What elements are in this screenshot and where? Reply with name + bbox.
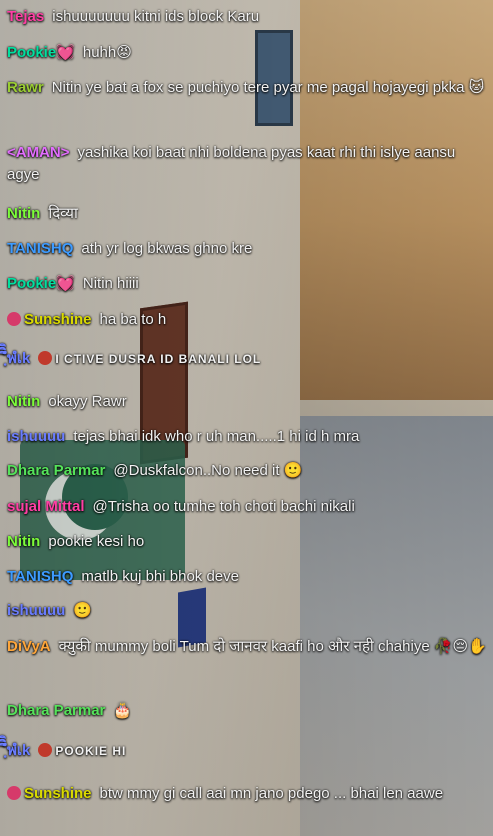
chat-text: ishuuuuuuu kitni ids block Karu [52,8,260,25]
user-badge-icon [38,351,53,365]
chat-text: @Trisha oo tumhe toh choti bachi nikali [92,498,355,515]
chat-username[interactable]: TANISHQ [7,240,73,257]
chat-message: sujal Mittal @Trisha oo tumhe toh choti b… [7,496,487,518]
chat-username[interactable]: ishuuuu [7,428,65,445]
chat-message: ิิิฺํพํเk POOKIE HI [7,740,487,762]
chat-username[interactable]: DiVyA [7,638,51,655]
chat-text: Nitin hiiii [82,275,139,292]
chat-text: ha ba to h [99,311,167,328]
chat-username[interactable]: Tejas [7,8,44,25]
chat-text: क्युकी mummy boli Tum दो जानवर kaafi ho … [58,638,487,655]
chat-text: Nitin ye bat a fox se puchiyo tere pyar … [51,79,485,96]
user-badge-icon [7,312,21,326]
chat-username[interactable]: Dhara Parmar [7,462,105,479]
chat-username[interactable]: Nitin [7,393,40,410]
chat-message: ishuuuu tejas bhai idk who r uh man.....1… [7,426,487,448]
chat-message: ิิิฺํพํเk I CTIVE DUSRA ID BANALI LOL [7,348,487,370]
chat-message: DiVyA क्युकी mummy boli Tum दो जानवर kaaf… [7,636,487,658]
chat-text: 🎂 [113,702,133,719]
chat-username[interactable]: Pookie💓 [7,275,75,292]
chat-text: matlb kuj bhi bhok deve [81,568,239,585]
chat-text: yashika koi baat nhi boldena pyas kaat r… [7,144,456,183]
chat-text: huhh😡 [82,44,132,61]
user-badge-icon [7,786,21,800]
chat-message: Tejas ishuuuuuuu kitni ids block Karu [7,6,487,28]
chat-text: btw mmy gi call aai mn jano pdego ... bh… [99,785,444,802]
chat-message: Sunshine ha ba to h [7,309,487,331]
chat-username[interactable]: Nitin [7,533,40,550]
chat-text: tejas bhai idk who r uh man.....1 hi id … [73,428,360,445]
chat-username[interactable]: ishuuuu [7,602,65,619]
chat-username[interactable]: <AMAN> [7,144,70,161]
chat-message: TANISHQ matlb kuj bhi bhok deve [7,566,487,588]
chat-message: Pookie💓 Nitin hiiii [7,273,487,295]
chat-message: Nitin pookie kesi ho [7,531,487,553]
chat-username[interactable]: Sunshine [24,785,92,802]
chat-username[interactable]: ิิิฺํพํเk [7,350,30,367]
chat-message: Nitin दिव्या [7,203,487,225]
chat-username[interactable]: sujal Mittal [7,498,85,515]
chat-message: TANISHQ ath yr log bkwas ghno kre [7,238,487,260]
chat-username[interactable]: Sunshine [24,311,92,328]
chat-message: ishuuuu 🙂 [7,600,487,622]
chat-message: Pookie💓 huhh😡 [7,42,487,64]
chat-text: @Duskfalcon..No need it 🙂 [113,462,303,479]
chat-feed: Tejas ishuuuuuuu kitni ids block Karu Poo… [0,0,493,836]
chat-text: ath yr log bkwas ghno kre [81,240,253,257]
chat-message: Sunshine btw mmy gi call aai mn jano pdeg… [7,783,487,805]
user-badge-icon [38,743,53,757]
chat-text: 🙂 [73,602,93,619]
chat-message: Rawr Nitin ye bat a fox se puchiyo tere p… [7,77,487,99]
chat-username[interactable]: TANISHQ [7,568,73,585]
chat-text: POOKIE HI [55,744,127,758]
chat-text: I CTIVE DUSRA ID BANALI LOL [55,352,262,366]
chat-message: Dhara Parmar @Duskfalcon..No need it 🙂 [7,460,487,482]
chat-username[interactable]: Rawr [7,79,44,96]
chat-text: pookie kesi ho [48,533,145,550]
chat-message: Dhara Parmar 🎂 [7,700,487,722]
chat-message: Nitin okayy Rawr [7,391,487,413]
chat-username[interactable]: ิิิฺํพํเk [7,742,30,759]
chat-text: दिव्या [48,205,78,222]
chat-username[interactable]: Dhara Parmar [7,702,105,719]
chat-message: <AMAN> yashika koi baat nhi boldena pyas … [7,142,487,186]
chat-username[interactable]: Pookie💓 [7,44,75,61]
chat-text: okayy Rawr [48,393,127,410]
chat-username[interactable]: Nitin [7,205,40,222]
